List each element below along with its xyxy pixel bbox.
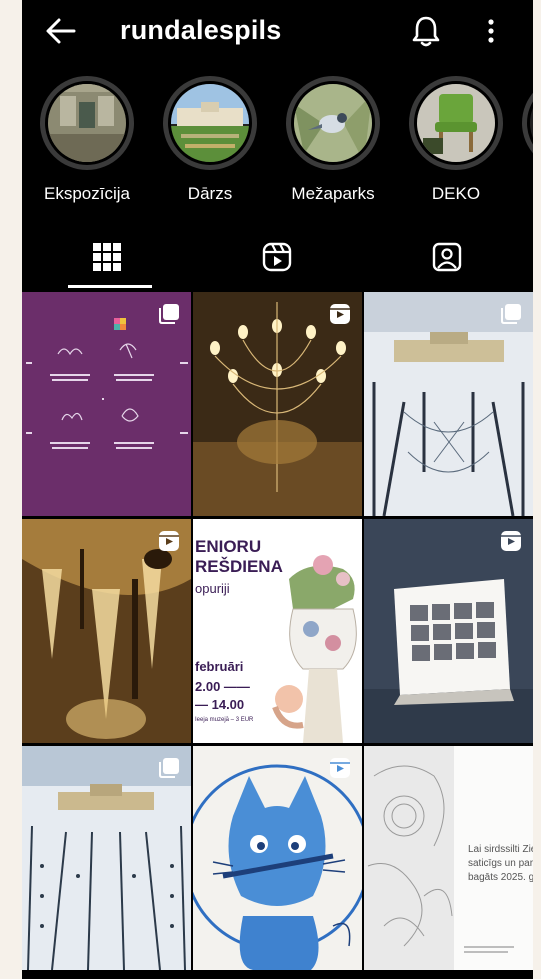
story-highlights: Ekspozīcija Dārzs Mežaparks DEKO [22,76,533,216]
highlight-ring [286,76,380,170]
highlight-thumbnail-interior [48,84,126,162]
tab-grid[interactable] [22,228,192,290]
highlight-label: Ekspozīcija [44,184,130,203]
post-lace-calendar[interactable] [364,519,533,743]
profile-tabs [22,228,533,290]
poster-time-end: — 14.00 [195,697,245,712]
carousel-icon [501,304,521,324]
carousel-icon [159,758,179,778]
reel-icon [501,531,521,551]
tab-tagged[interactable] [362,228,532,290]
highlight-thumbnail-chair [417,84,495,162]
highlight-partial[interactable] [522,76,533,170]
card-text-line3: bagāts 2025. g [468,872,533,883]
poster-date: februāri [195,659,244,674]
highlight-darzs[interactable]: Dārzs [155,76,265,204]
reel-icon [330,758,350,778]
highlight-deko[interactable]: DEKO [401,76,511,204]
highlight-ring [163,76,257,170]
highlight-ring [40,76,134,170]
grid-icon [93,243,121,271]
post-grid: ENIORU REŠDIENA opuriji februāri 2.00 ——… [22,292,533,979]
post-snowy-palace-aerial[interactable] [22,746,191,970]
highlight-ring [522,76,533,170]
post-chandelier-closeup[interactable] [22,519,191,743]
card-text-line2: saticīgs un par [468,858,533,869]
highlight-label: Dārzs [187,184,233,203]
reels-icon [262,242,292,272]
instagram-profile-screen: rundalespils Ekspozīcija Dārzs Mežaparks… [22,0,533,979]
card-text-line1: Lai sirdssilti Zie [468,844,533,855]
reel-icon [159,531,179,551]
highlight-thumbnail-bird [294,84,372,162]
highlight-mezaparks[interactable]: Mežaparks [278,76,388,204]
highlight-ring [409,76,503,170]
tab-reels[interactable] [192,228,362,290]
more-options-icon[interactable] [476,14,506,48]
tagged-person-icon [432,242,462,272]
reel-icon [330,304,350,324]
poster-title-line1: ENIORU [195,537,262,556]
post-seniors-wednesday-poster[interactable]: ENIORU REŠDIENA opuriji februāri 2.00 ——… [193,519,362,743]
active-tab-indicator [68,285,152,288]
post-chandelier[interactable] [193,292,362,516]
highlight-thumbnail-garden [171,84,249,162]
post-blue-cat-plate[interactable] [193,746,362,970]
highlight-label: DEKO [431,184,481,203]
back-arrow-icon[interactable] [44,14,78,48]
poster-fineprint: Ieeja muzejā – 3 EUR [195,717,254,723]
highlight-ekspozicija[interactable]: Ekspozīcija [32,76,142,204]
carousel-icon [159,304,179,324]
poster-time-start: 2.00 —— [195,679,250,694]
poster-subtitle: opuriji [195,581,230,596]
post-purple-infographic[interactable] [22,292,191,516]
post-winter-palace-aerial[interactable] [364,292,533,516]
profile-header: rundalespils [22,0,533,68]
notifications-bell-icon[interactable] [410,14,442,48]
poster-title-line2: REŠDIENA [195,557,283,576]
profile-username: rundalespils [120,15,282,45]
post-lace-greeting-card[interactable]: Lai sirdssilti Zie saticīgs un par bagāt… [364,746,533,970]
highlight-label: Mežaparks [291,184,375,203]
